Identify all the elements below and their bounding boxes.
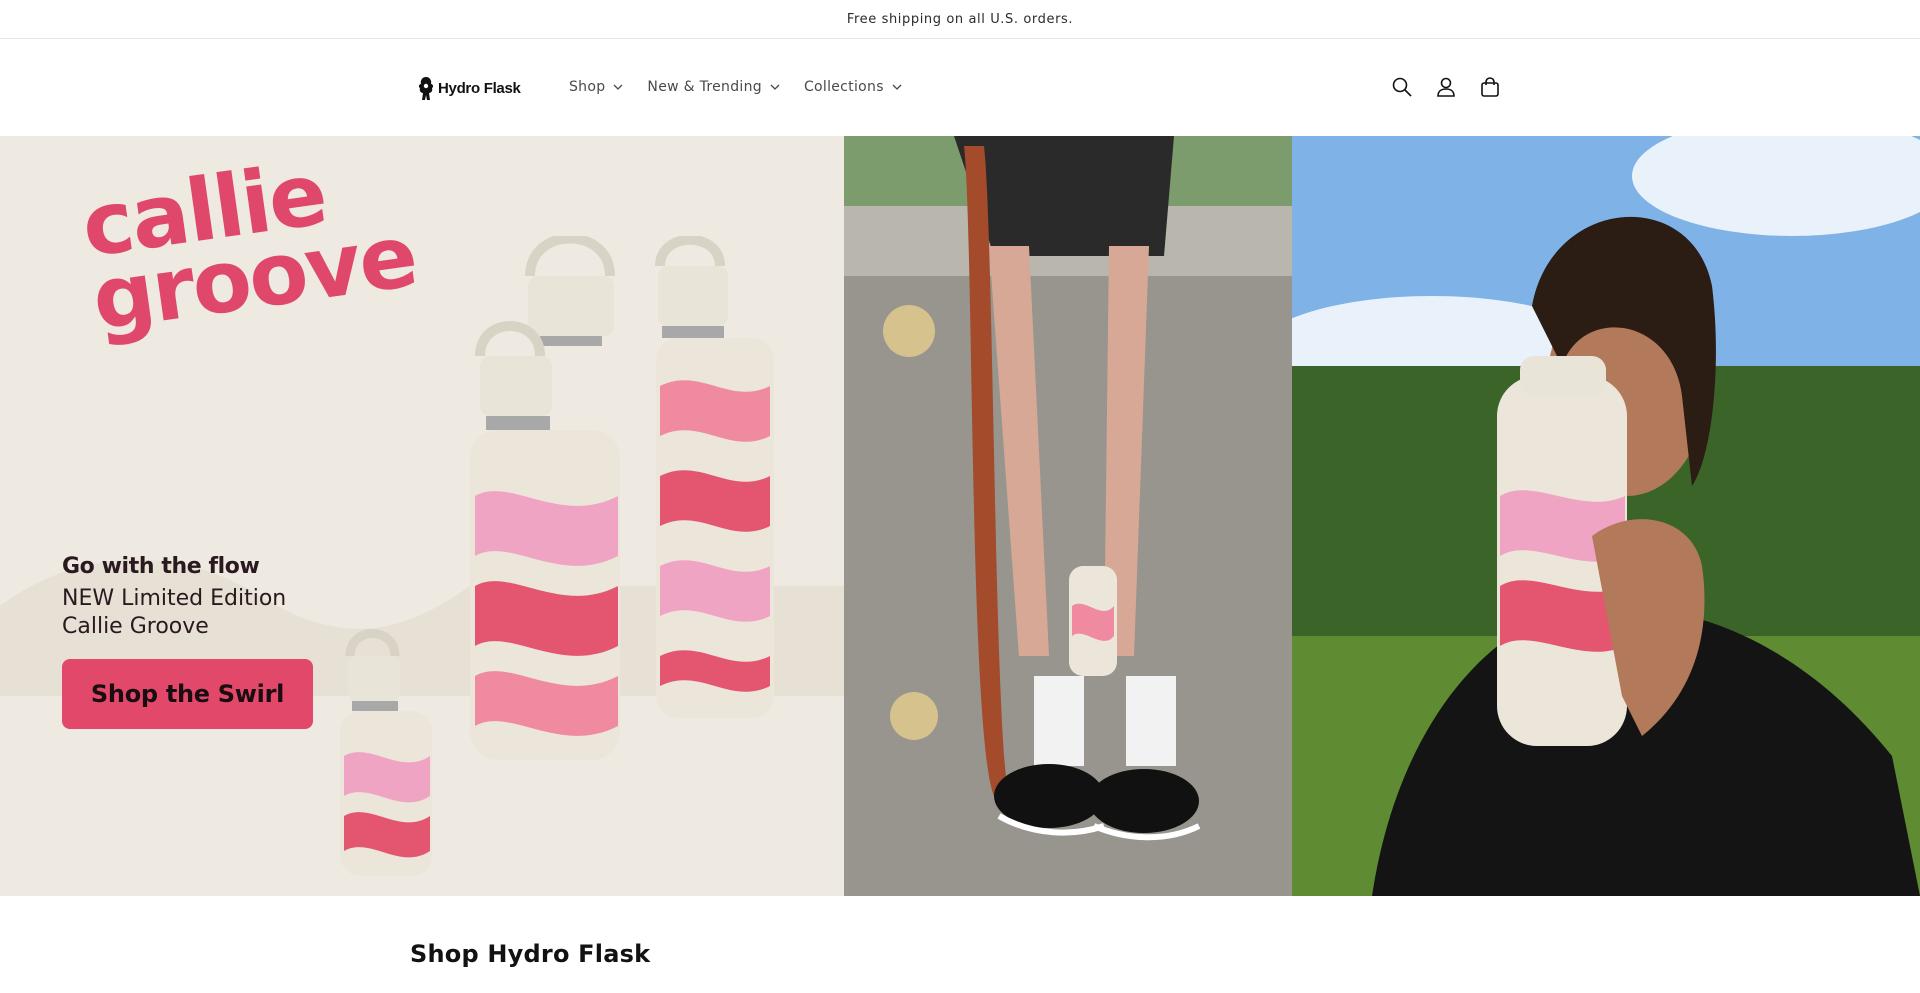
nav-new-trending-label: New & Trending (647, 79, 762, 95)
chevron-down-icon (613, 84, 623, 90)
promo-title: Go with the flow (62, 554, 260, 579)
nav-collections-label: Collections (803, 79, 884, 95)
skater-photo-illustration (844, 136, 1292, 896)
header-icons (1388, 39, 1504, 135)
announcement-bar: Free shipping on all U.S. orders. (0, 0, 1920, 39)
nav-collections[interactable]: Collections (792, 67, 914, 107)
chevron-down-icon (770, 84, 780, 90)
chevron-down-icon (892, 84, 902, 90)
shop-the-swirl-button[interactable]: Shop the Swirl (62, 659, 313, 729)
hero-drinking-photo (1292, 136, 1920, 896)
hero-promo-text: Go with the flow NEW Limited Edition Cal… (62, 554, 286, 641)
cart-icon (1481, 77, 1499, 97)
bottles-illustration (340, 236, 774, 876)
promo-subtitle-line2: Callie Groove (62, 614, 209, 639)
promo-subtitle-line1: NEW Limited Edition (62, 586, 287, 611)
account-icon (1437, 77, 1455, 97)
announcement-text: Free shipping on all U.S. orders. (846, 11, 1074, 27)
cart-button[interactable] (1476, 73, 1504, 101)
section-title: Shop Hydro Flask (410, 940, 651, 968)
account-button[interactable] (1432, 73, 1460, 101)
nav-shop-label: Shop (569, 79, 606, 95)
search-icon (1392, 77, 1412, 97)
search-button[interactable] (1388, 73, 1416, 101)
hero-banner: callie groove Go with the flow NEW Limit… (0, 136, 1920, 896)
logo-icon (418, 77, 434, 100)
logo-text: Hydro Flask (438, 79, 521, 97)
tall-bottle (525, 236, 615, 346)
hero-skater-photo (844, 136, 1292, 896)
drinking-photo-illustration (1292, 136, 1920, 896)
site-header: Hydro Flask Shop New & Trending Collecti… (0, 39, 1920, 135)
promo-subtitle: NEW Limited Edition Callie Groove (62, 585, 286, 641)
nav-shop[interactable]: Shop (557, 67, 635, 107)
nav-new-trending[interactable]: New & Trending (635, 67, 792, 107)
hero-promo-panel: callie groove Go with the flow NEW Limit… (0, 136, 844, 896)
main-nav: Shop New & Trending Collections (557, 39, 914, 135)
logo[interactable]: Hydro Flask (416, 75, 521, 101)
